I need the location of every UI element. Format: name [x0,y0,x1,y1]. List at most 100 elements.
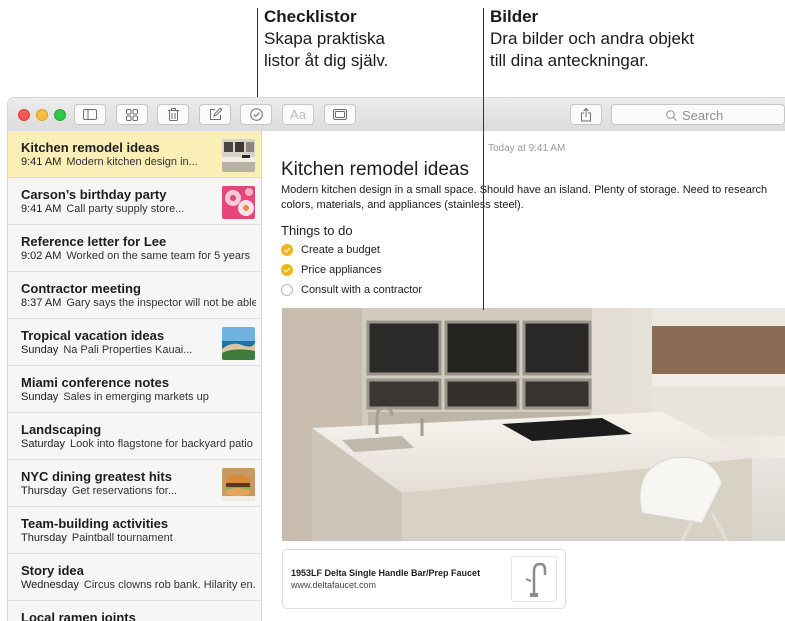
note-item-title: Miami conference notes [21,375,170,390]
format-label: Aa [290,107,306,122]
note-item-preview: Circus clowns rob bank. Hilarity en... [83,579,256,591]
note-date: Today at 9:41 AM [488,143,566,154]
note-item-title: Kitchen remodel ideas [21,140,160,155]
callout-text: till dina anteckningar. [490,51,649,70]
add-table-button[interactable] [324,104,356,125]
note-list-item[interactable]: Contractor meeting 8:37 AM Gary says the … [8,272,261,319]
note-list-item[interactable]: Landscaping Saturday Look into flagstone … [8,413,261,460]
link-preview-card[interactable]: 1953LF Delta Single Handle Bar/Prep Fauc… [282,549,566,609]
note-item-preview: Paintball tournament [71,532,173,544]
toolbar: Aa Search [8,98,785,132]
checklist-heading[interactable]: Things to do [281,223,353,238]
checklist-item-text: Create a budget [301,244,380,256]
note-item-preview: Sales in emerging markets up [63,391,209,403]
note-item-preview: Call party supply store... [66,203,185,215]
note-list-item[interactable]: Kitchen remodel ideas 9:41 AM Modern kitc… [8,131,261,178]
callout-checklists: Checklistor Skapa praktiska listor åt di… [264,6,388,72]
grid-icon [126,108,138,121]
note-item-preview: Gary says the inspector will not be able… [66,297,256,309]
note-title[interactable]: Kitchen remodel ideas [281,159,469,181]
callout-images: Bilder Dra bilder och andra objekt till … [490,6,694,72]
empty-circle-icon[interactable] [281,284,293,296]
note-item-preview: Na Pali Properties Kauai... [63,344,193,356]
search-field[interactable]: Search [611,104,785,125]
note-item-title: Contractor meeting [21,281,141,296]
note-item-time: Thursday [21,485,67,497]
note-item-time: 8:37 AM [21,297,62,309]
toggle-sidebar-button[interactable] [74,104,106,125]
checklist-item[interactable]: Create a budget [281,242,380,258]
compose-icon [209,108,222,120]
coast-thumbnail [222,327,255,360]
callout-title: Checklistor [264,7,357,26]
link-preview-url: www.deltafaucet.com [291,580,377,590]
note-item-time: 9:02 AM [21,250,62,262]
note-item-title: Local ramen joints [21,610,136,621]
note-list-item[interactable]: Tropical vacation ideas Sunday Na Pali Pr… [8,319,261,366]
minimize-window-button[interactable] [36,109,48,121]
delete-note-button[interactable] [157,104,189,125]
callout-text: Dra bilder och andra objekt [490,29,695,48]
close-window-button[interactable] [18,109,30,121]
note-list-item[interactable]: Story idea Wednesday Circus clowns rob ba… [8,554,261,601]
format-button[interactable]: Aa [282,104,314,125]
note-item-title: Landscaping [21,422,102,437]
trash-icon [167,108,179,121]
callout-title: Bilder [490,7,539,26]
callout-text: Skapa praktiska [264,29,385,48]
note-item-title: Reference letter for Lee [21,234,167,249]
note-list-item[interactable]: Reference letter for Lee 9:02 AM Worked o… [8,225,261,272]
cupcakes-thumbnail [222,186,255,219]
note-item-title: NYC dining greatest hits [21,469,172,484]
checkmark-circle-icon [249,108,263,121]
search-placeholder: Search [682,108,724,123]
note-item-time: Sunday [21,391,59,403]
note-item-title: Team-building activities [21,516,169,531]
callout-leader-line [257,8,258,107]
note-item-title: Story idea [21,563,84,578]
note-item-title: Tropical vacation ideas [21,328,165,343]
callout-leader-line [483,8,484,310]
note-body[interactable]: Modern kitchen design in a small space. … [281,183,771,213]
kitchen-photo[interactable] [282,308,785,541]
note-list-item[interactable]: NYC dining greatest hits Thursday Get res… [8,460,261,507]
share-button[interactable] [570,104,602,125]
window-icon [333,109,347,120]
note-list-item[interactable]: Miami conference notes Sunday Sales in em… [8,366,261,413]
note-item-preview: Worked on the same team for 5 years [66,250,251,262]
note-list-item[interactable]: Local ramen joints [8,601,261,621]
checklist-item-text: Price appliances [301,264,382,276]
checklist-item-text: Consult with a contractor [301,284,423,296]
note-item-preview: Modern kitchen design in... [66,156,198,168]
link-preview-title: 1953LF Delta Single Handle Bar/Prep Fauc… [291,568,481,578]
checklist-item[interactable]: Consult with a contractor [281,282,422,298]
note-item-title: Carson’s birthday party [21,187,167,202]
note-item-time: Sunday [21,344,59,356]
kitchen-thumbnail [222,139,255,172]
note-item-preview: Get reservations for... [71,485,178,497]
note-item-time: Saturday [21,438,66,450]
search-icon [666,110,677,121]
new-note-button[interactable] [199,104,231,125]
note-item-time: Wednesday [21,579,79,591]
checked-circle-icon[interactable] [281,264,293,276]
checklist-button[interactable] [240,104,272,125]
note-editor[interactable]: Today at 9:41 AM Kitchen remodel ideas M… [262,131,785,621]
notes-list[interactable]: Kitchen remodel ideas 9:41 AM Modern kitc… [8,131,262,621]
burger-thumbnail [222,468,255,501]
callout-text: listor åt dig själv. [264,51,389,70]
sidebar-icon [83,109,97,120]
notes-window: Aa Search Kitchen remodel ideas 9:41 AM M… [8,98,785,621]
note-list-item[interactable]: Carson’s birthday party 9:41 AM Call part… [8,178,261,225]
faucet-thumbnail [511,556,557,602]
note-item-time: 9:41 AM [21,203,62,215]
attachments-browser-button[interactable] [116,104,148,125]
note-item-preview: Look into flagstone for backyard patio [70,438,253,450]
checked-circle-icon[interactable] [281,244,293,256]
share-icon [581,107,591,121]
zoom-window-button[interactable] [54,109,66,121]
note-item-time: 9:41 AM [21,156,62,168]
note-item-time: Thursday [21,532,67,544]
checklist-item[interactable]: Price appliances [281,262,382,278]
note-list-item[interactable]: Team-building activities Thursday Paintba… [8,507,261,554]
